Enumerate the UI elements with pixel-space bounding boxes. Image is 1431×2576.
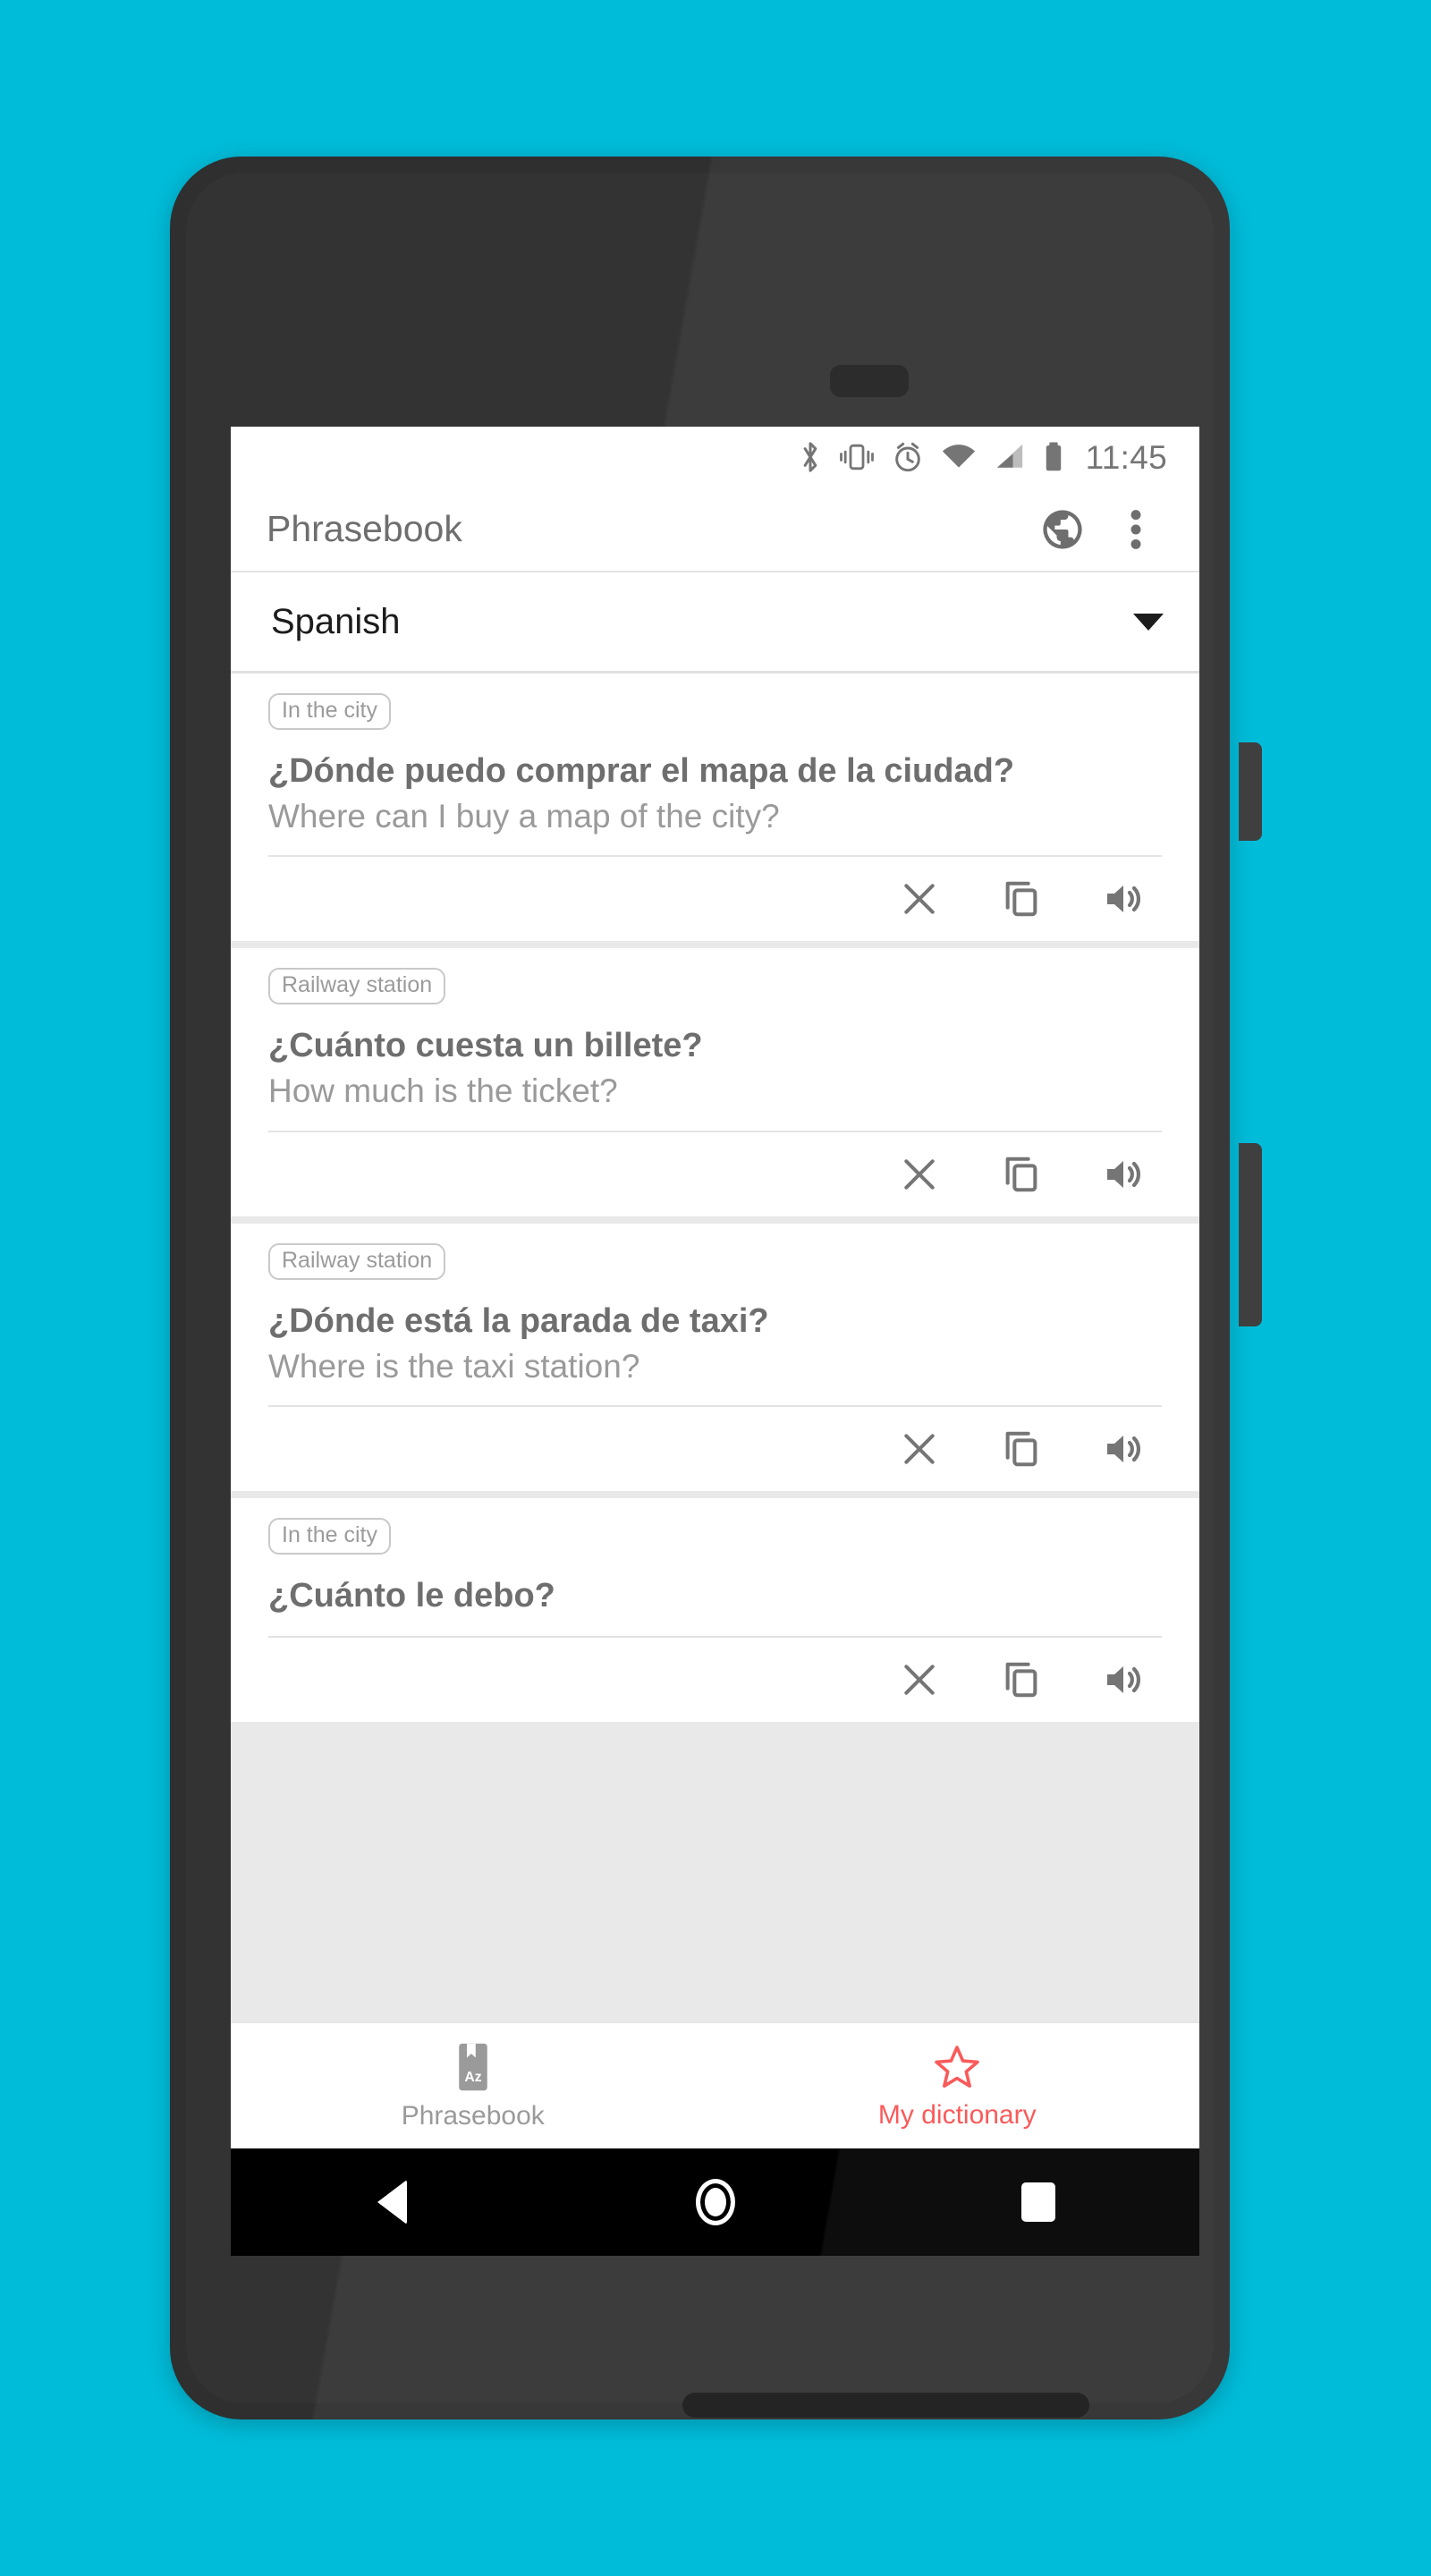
phrase-card[interactable]: Railway station ¿Dónde está la parada de…	[231, 1223, 1199, 1492]
tab-label: My dictionary	[877, 2100, 1037, 2130]
copy-icon	[1005, 1432, 1037, 1467]
close-icon	[904, 1159, 935, 1190]
phrase-source-text: ¿Cuánto cuesta un billete?	[268, 1027, 703, 1065]
speak-phrase-button[interactable]	[1092, 1648, 1155, 1711]
vibrate-icon	[839, 444, 874, 470]
phrase-target-text: Where is the taxi station?	[268, 1347, 640, 1385]
alarm-icon	[894, 442, 920, 472]
battery-icon	[1046, 442, 1061, 471]
speak-phrase-button[interactable]	[1092, 868, 1155, 930]
triangle-back-icon	[377, 2180, 407, 2224]
phrase-source-text: ¿Dónde está la parada de taxi?	[268, 1301, 769, 1340]
language-selector[interactable]: Spanish	[231, 572, 1199, 674]
copy-icon	[1005, 1663, 1037, 1698]
copy-icon	[1005, 1157, 1037, 1192]
speak-phrase-button[interactable]	[1092, 1418, 1155, 1480]
card-action-row	[268, 855, 1162, 941]
app-bar: Phrasebook	[231, 487, 1199, 572]
copy-phrase-button[interactable]	[990, 868, 1053, 930]
remove-phrase-button[interactable]	[888, 868, 951, 930]
android-navigation-bar	[231, 2148, 1199, 2256]
recents-button[interactable]	[985, 2148, 1092, 2256]
bluetooth-icon	[803, 442, 817, 472]
cell-signal-icon	[996, 444, 1022, 468]
phrase-target-text: How much is the ticket?	[268, 1072, 618, 1110]
card-action-row	[268, 1405, 1162, 1491]
category-chip: In the city	[268, 693, 391, 730]
remove-phrase-button[interactable]	[888, 1143, 951, 1206]
globe-button[interactable]	[1026, 493, 1099, 566]
tab-label: Phrasebook	[401, 2101, 545, 2131]
phrase-source-text: ¿Dónde puedo comprar el mapa de la ciuda…	[268, 752, 1015, 790]
volume-button[interactable]	[1239, 1143, 1262, 1326]
copy-icon	[1005, 882, 1037, 917]
overflow-menu-button[interactable]	[1099, 493, 1173, 566]
category-chip: In the city	[268, 1518, 391, 1555]
copy-phrase-button[interactable]	[990, 1143, 1053, 1206]
circle-home-icon	[695, 2179, 735, 2225]
phrase-card[interactable]: In the city ¿Dónde puedo comprar el mapa…	[231, 674, 1199, 942]
svg-text:Az: Az	[464, 2070, 481, 2085]
bottom-navigation: Az Phrasebook My dictionary	[231, 2021, 1199, 2148]
back-button[interactable]	[339, 2148, 446, 2256]
phrase-card[interactable]: In the city ¿Cuánto le debo?	[231, 1498, 1199, 1723]
phrase-source-text: ¿Cuánto le debo?	[268, 1577, 555, 1615]
speaker-icon	[1107, 1666, 1141, 1694]
copy-phrase-button[interactable]	[990, 1418, 1053, 1480]
speaker-icon	[1107, 886, 1141, 913]
language-selected-value: Spanish	[271, 602, 401, 641]
status-bar-clock: 11:45	[1085, 438, 1167, 476]
close-icon	[904, 1665, 935, 1695]
category-chip: Railway station	[268, 1242, 446, 1280]
close-icon	[904, 884, 935, 915]
globe-icon	[1043, 509, 1082, 549]
wifi-icon	[942, 445, 975, 468]
phone-screen: 11:45 Phrasebook Spanish In the city ¿Dó…	[231, 427, 1199, 2148]
chevron-down-icon	[1133, 613, 1164, 631]
copy-phrase-button[interactable]	[990, 1648, 1053, 1711]
status-bar: 11:45	[231, 427, 1199, 487]
home-button[interactable]	[662, 2148, 769, 2256]
speaker-icon	[1107, 1160, 1141, 1188]
speak-phrase-button[interactable]	[1092, 1143, 1155, 1206]
remove-phrase-button[interactable]	[888, 1648, 951, 1711]
category-chip: Railway station	[268, 968, 446, 1005]
phrase-list[interactable]: In the city ¿Dónde puedo comprar el mapa…	[231, 674, 1199, 2148]
power-button[interactable]	[1239, 742, 1262, 841]
home-bar	[682, 2393, 1089, 2418]
remove-phrase-button[interactable]	[888, 1418, 951, 1480]
phrase-card[interactable]: Railway station ¿Cuánto cuesta un billet…	[231, 948, 1199, 1216]
page-title: Phrasebook	[267, 508, 462, 549]
card-action-row	[268, 1130, 1162, 1216]
earpiece-slot	[830, 365, 909, 397]
star-outline-icon	[935, 2046, 979, 2088]
phrase-target-text: Where can I buy a map of the city?	[268, 797, 780, 835]
close-icon	[904, 1434, 935, 1465]
card-action-row	[268, 1636, 1162, 1722]
overflow-menu-icon	[1130, 509, 1141, 549]
tab-my-dictionary[interactable]: My dictionary	[716, 2022, 1200, 2148]
tab-phrasebook[interactable]: Az Phrasebook	[231, 2022, 716, 2148]
speaker-icon	[1107, 1436, 1141, 1463]
square-recents-icon	[1020, 2182, 1055, 2222]
phrasebook-book-icon: Az	[459, 2043, 487, 2091]
